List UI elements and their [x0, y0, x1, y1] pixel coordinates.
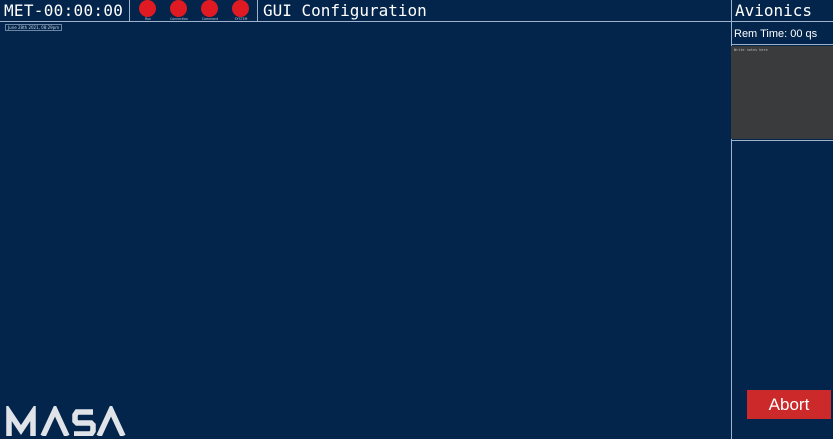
indicator-connection: Connection [164, 0, 194, 22]
main-canvas[interactable] [0, 23, 731, 439]
panel-title: Avionics [735, 1, 813, 20]
system-status-led [232, 0, 249, 17]
notes-field[interactable] [731, 46, 833, 139]
indicator-command: Command [195, 0, 225, 22]
avionics-panel: Rem Time: 00 qs Abort [731, 22, 833, 439]
connection-status-led [170, 0, 187, 17]
indicator-label: SYSTEM [234, 17, 248, 21]
run-status-led [139, 0, 156, 17]
remaining-time: Rem Time: 00 qs [734, 28, 818, 40]
masa-logo [6, 406, 126, 436]
command-status-led [201, 0, 218, 17]
panel-divider [731, 44, 833, 45]
header-divider [257, 0, 258, 22]
status-indicators: Run Connection Command SYSTEM [133, 0, 255, 22]
page-title: GUI Configuration [263, 1, 427, 20]
gui-window: MET-00:00:00 Run Connection Command SYST… [0, 0, 833, 439]
date-stamp: June 28th 2021, 08:29pm [5, 24, 63, 31]
met-clock: MET-00:00:00 [4, 1, 124, 20]
abort-button[interactable]: Abort [747, 390, 831, 419]
header-divider [731, 0, 732, 22]
panel-divider [731, 140, 833, 141]
indicator-system: SYSTEM [226, 0, 256, 22]
indicator-run: Run [133, 0, 163, 22]
header-bar: MET-00:00:00 Run Connection Command SYST… [0, 0, 833, 22]
